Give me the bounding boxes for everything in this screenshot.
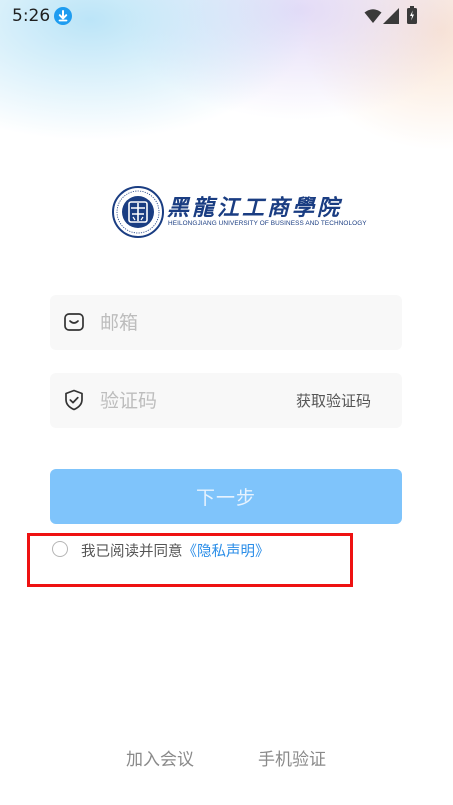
status-bar: 5:26 (0, 0, 453, 32)
shield-check-icon (65, 389, 83, 411)
phone-verification-link[interactable]: 手机验证 (258, 745, 326, 770)
university-english-name: HEILONGJIANG UNIVERSITY OF BUSINESS AND … (168, 220, 367, 227)
email-field[interactable] (50, 295, 402, 350)
verification-code-input[interactable] (100, 373, 280, 428)
agree-checkbox[interactable] (52, 541, 68, 557)
next-button[interactable]: 下一步 (50, 469, 402, 524)
battery-icon (407, 6, 417, 24)
signal-icon (383, 8, 399, 24)
join-meeting-link[interactable]: 加入会议 (126, 745, 194, 770)
mail-icon (64, 313, 84, 331)
agreement-text: 我已阅读并同意《隐私声明》 (81, 540, 270, 561)
university-emblem-icon (112, 186, 164, 238)
download-icon (54, 7, 72, 25)
university-logo: 黑龍江工商學院 HEILONGJIANG UNIVERSITY OF BUSIN… (112, 186, 367, 242)
university-name: 黑龍江工商學院 (167, 195, 343, 221)
agreement-label: 我已阅读并同意 (81, 544, 183, 560)
get-code-button[interactable]: 获取验证码 (296, 390, 371, 411)
privacy-policy-link[interactable]: 《隐私声明》 (183, 544, 270, 560)
wifi-icon (364, 9, 382, 23)
email-input[interactable] (100, 295, 280, 350)
verification-code-field[interactable]: 获取验证码 (50, 373, 402, 428)
status-time: 5:26 (12, 6, 51, 26)
